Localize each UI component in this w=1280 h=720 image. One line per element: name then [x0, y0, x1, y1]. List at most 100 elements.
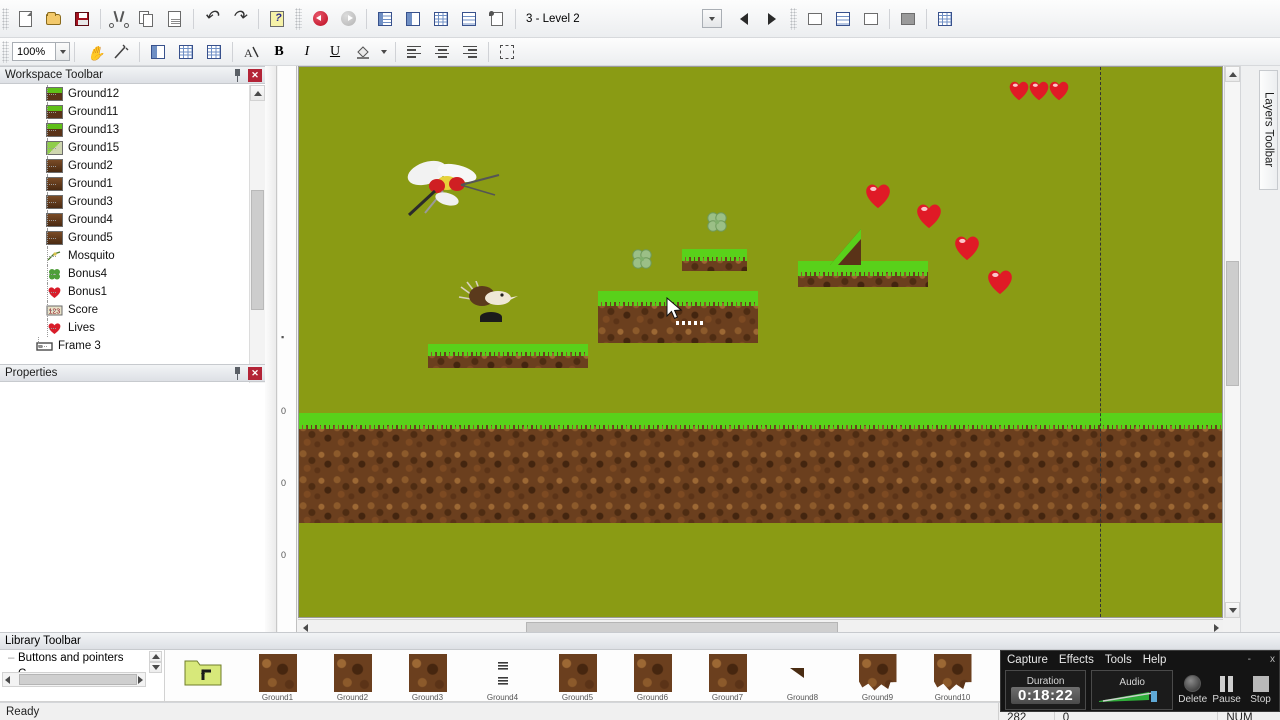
pan-tool-button[interactable]: ✋	[80, 39, 106, 65]
library-tile[interactable]: Ground9	[840, 650, 915, 701]
workspace-tree-item[interactable]: Ground3	[0, 193, 248, 211]
nav-forward-button[interactable]	[335, 6, 361, 32]
scrollbar-thumb[interactable]	[1226, 261, 1239, 386]
paste-button[interactable]	[162, 6, 188, 32]
library-tile[interactable]: Ground5	[540, 650, 615, 701]
align-right-button[interactable]	[457, 39, 483, 65]
workspace-tree-item[interactable]: Ground1	[0, 175, 248, 193]
show-grid-button[interactable]	[173, 39, 199, 65]
underline-button[interactable]: U	[322, 39, 348, 65]
frame-select-button[interactable]	[494, 39, 520, 65]
ground-strip-object[interactable]	[299, 413, 1222, 523]
redo-button[interactable]	[227, 6, 253, 32]
italic-button[interactable]: I	[294, 39, 320, 65]
menu-help[interactable]: Help	[1143, 654, 1167, 666]
level-canvas[interactable]	[299, 67, 1222, 617]
copy-button[interactable]	[134, 6, 160, 32]
stop-button[interactable]: Stop	[1246, 670, 1275, 710]
heart-bonus-object[interactable]	[914, 201, 944, 229]
scroll-down-button[interactable]	[149, 662, 162, 673]
canvas-vertical-scrollbar[interactable]	[1224, 66, 1240, 618]
snap-to-grid-button[interactable]	[145, 39, 171, 65]
prev-frame-button[interactable]	[731, 6, 757, 32]
toolbar-grip[interactable]	[790, 7, 797, 30]
audio-meter-icon[interactable]	[1097, 688, 1167, 704]
heart-bonus-object[interactable]	[863, 181, 893, 209]
minimize-button[interactable]: -	[1244, 654, 1255, 665]
heart-bonus-object[interactable]	[985, 267, 1015, 295]
layers-toolbar-tab[interactable]: Layers Toolbar	[1259, 70, 1278, 190]
comment-window-button[interactable]	[802, 6, 828, 32]
fill-button[interactable]	[895, 6, 921, 32]
event-grid-button[interactable]	[428, 6, 454, 32]
close-icon[interactable]: ✕	[248, 366, 262, 380]
workspace-tree-item[interactable]: Ground5	[0, 229, 248, 247]
tile-horizontally-button[interactable]	[830, 6, 856, 32]
save-file-button[interactable]	[69, 6, 95, 32]
cascade-window-button[interactable]	[858, 6, 884, 32]
scroll-up-button[interactable]	[250, 85, 265, 101]
clear-format-button[interactable]: A	[238, 39, 264, 65]
mosquito-object[interactable]	[395, 151, 505, 224]
library-tile[interactable]: Ground2	[315, 650, 390, 701]
workspace-tree-item[interactable]: Ground12	[0, 85, 248, 103]
editor-outer-scroll[interactable]: ▪ 0 0 0	[278, 66, 297, 635]
event-list-button[interactable]	[456, 6, 482, 32]
platform-object[interactable]	[798, 261, 928, 287]
slope-object[interactable]	[828, 229, 862, 265]
workspace-tree-item[interactable]: Mosquito	[0, 247, 248, 265]
align-windows-button[interactable]	[932, 6, 958, 32]
help-button[interactable]	[264, 6, 290, 32]
platform-object[interactable]	[682, 249, 747, 271]
library-tile[interactable]: Ground1	[240, 650, 315, 701]
workspace-tree-item[interactable]: Ground13	[0, 121, 248, 139]
undo-button[interactable]	[199, 6, 225, 32]
library-parent-folder[interactable]	[165, 650, 240, 701]
scroll-down-button[interactable]	[1225, 602, 1240, 618]
next-frame-button[interactable]	[759, 6, 785, 32]
screen-capture-widget[interactable]: Capture Effects Tools Help - x Duration …	[1000, 650, 1280, 712]
platform-object[interactable]	[428, 344, 588, 368]
scroll-left-button[interactable]	[298, 623, 312, 632]
close-button[interactable]: x	[1266, 654, 1279, 665]
library-tree-hscrollbar[interactable]	[2, 672, 146, 687]
new-file-button[interactable]	[13, 6, 39, 32]
audio-group[interactable]: Audio	[1091, 670, 1174, 710]
menu-tools[interactable]: Tools	[1105, 654, 1132, 666]
library-tile[interactable]: Ground3	[390, 650, 465, 701]
heart-bonus-object[interactable]	[1047, 79, 1071, 101]
zoom-level-dropdown[interactable]	[55, 42, 70, 61]
workspace-tree-item[interactable]: Lives	[0, 319, 248, 337]
nav-back-button[interactable]	[307, 6, 333, 32]
align-center-button[interactable]	[429, 39, 455, 65]
chevron-right-icon[interactable]	[138, 675, 143, 684]
open-file-button[interactable]	[41, 6, 67, 32]
zoom-level-value[interactable]: 100%	[12, 42, 56, 61]
bold-button[interactable]: B	[266, 39, 292, 65]
menu-effects[interactable]: Effects	[1059, 654, 1094, 666]
scrollbar-thumb[interactable]	[251, 190, 264, 310]
pause-button[interactable]: Pause	[1212, 670, 1241, 710]
frame-view-button[interactable]	[400, 6, 426, 32]
fill-color-dropdown[interactable]	[378, 39, 390, 65]
workspace-tree-item[interactable]: Bonus1	[0, 283, 248, 301]
workspace-tree-item[interactable]: Ground11	[0, 103, 248, 121]
chevron-left-icon[interactable]	[5, 675, 10, 684]
menu-capture[interactable]: Capture	[1007, 654, 1048, 666]
scroll-up-button[interactable]	[149, 651, 162, 662]
scrollbar-thumb[interactable]	[19, 674, 137, 685]
library-tile[interactable]: Ground7	[690, 650, 765, 701]
heart-bonus-object[interactable]	[952, 233, 982, 261]
library-tree-scroll-buttons[interactable]	[149, 651, 162, 673]
cut-button[interactable]	[106, 6, 132, 32]
pin-icon[interactable]	[231, 366, 244, 380]
library-tree-item[interactable]: – Buttons and pointers	[0, 650, 164, 666]
close-icon[interactable]: ✕	[248, 68, 262, 82]
delete-button[interactable]: Delete	[1178, 670, 1207, 710]
level-canvas-viewport[interactable]	[298, 66, 1223, 618]
insert-object-button[interactable]	[484, 6, 510, 32]
toolbar-grip[interactable]	[2, 40, 9, 63]
workspace-tree-item[interactable]: 123 Score	[0, 301, 248, 319]
library-tile[interactable]: Ground4	[465, 650, 540, 701]
fill-color-button[interactable]	[350, 39, 376, 65]
